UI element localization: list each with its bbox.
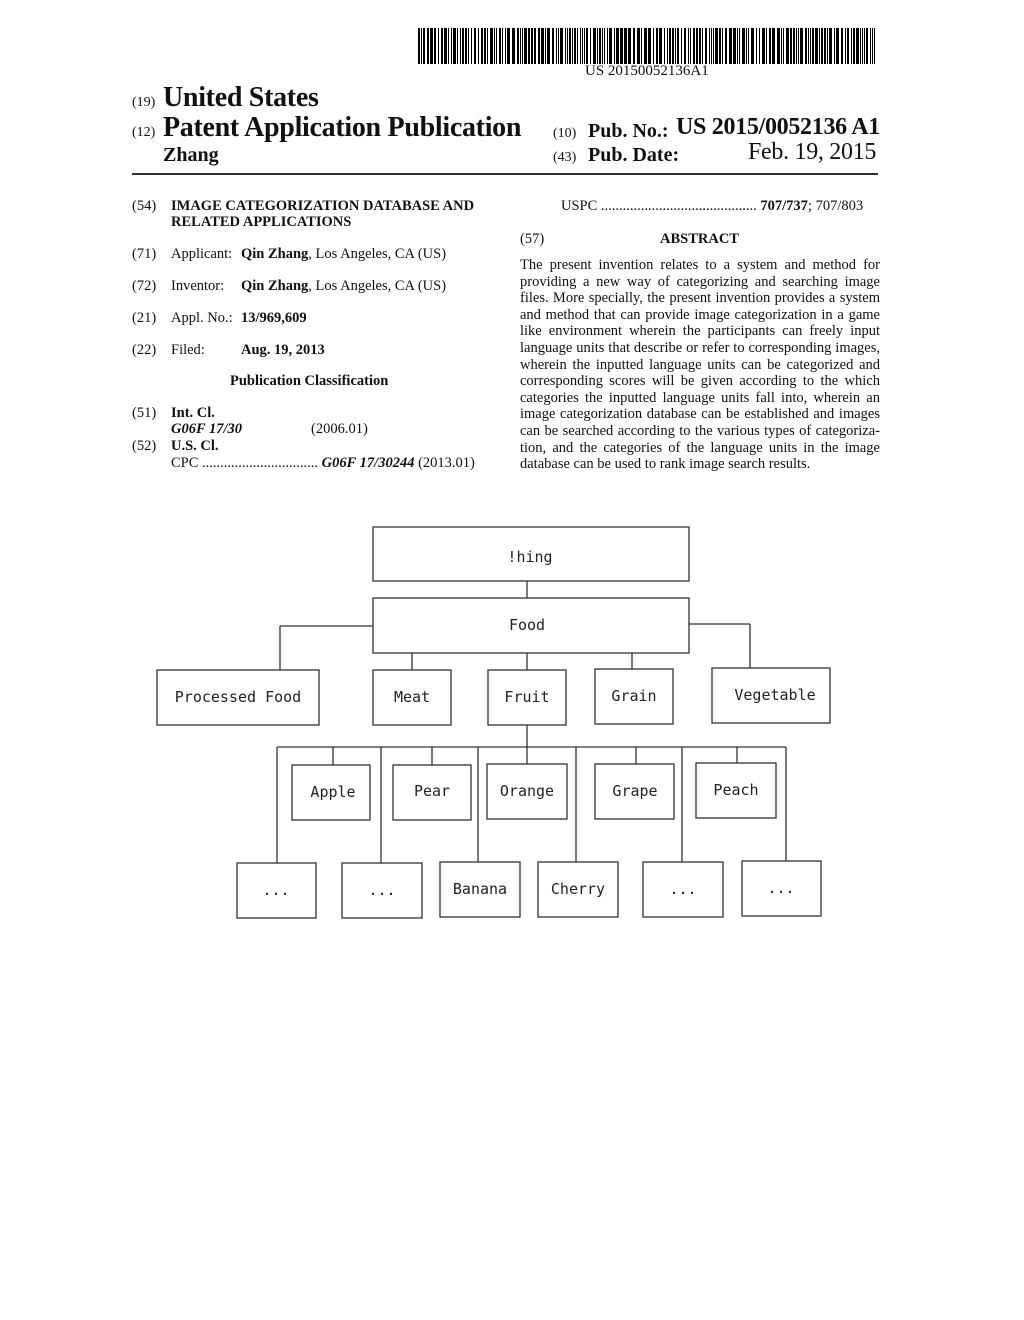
node-more-2: ... bbox=[341, 862, 423, 919]
node-more-3: ... bbox=[642, 861, 724, 918]
node-more-2-label: ... bbox=[368, 881, 395, 899]
node-fruit-label: Fruit bbox=[504, 688, 549, 706]
node-banana-label: Banana bbox=[453, 880, 507, 898]
node-apple: Apple bbox=[291, 764, 371, 821]
node-more-1: ... bbox=[236, 862, 317, 919]
node-thing: !hing bbox=[372, 526, 690, 582]
node-grain-label: Grain bbox=[611, 687, 656, 705]
node-more-3-label: ... bbox=[669, 880, 696, 898]
node-cherry: Cherry bbox=[537, 861, 619, 918]
node-apple-label: Apple bbox=[310, 783, 355, 801]
node-processed-food: Processed Food bbox=[156, 669, 320, 726]
node-vegetable: Vegetable bbox=[711, 667, 831, 724]
node-more-1-label: ... bbox=[262, 881, 289, 899]
node-cherry-label: Cherry bbox=[551, 880, 605, 898]
node-grape: Grape bbox=[594, 763, 675, 820]
node-meat-label: Meat bbox=[394, 688, 430, 706]
node-food-label: Food bbox=[509, 616, 545, 634]
node-orange-label: Orange bbox=[500, 782, 554, 800]
node-peach-label: Peach bbox=[713, 781, 758, 799]
node-thing-label: !hing bbox=[507, 548, 552, 566]
node-pear: Pear bbox=[392, 764, 472, 821]
node-pear-label: Pear bbox=[414, 782, 450, 800]
node-meat: Meat bbox=[372, 669, 452, 726]
node-peach: Peach bbox=[695, 762, 777, 819]
node-grape-label: Grape bbox=[612, 782, 657, 800]
node-grain: Grain bbox=[594, 668, 674, 725]
node-more-4: ... bbox=[741, 860, 822, 917]
node-orange: Orange bbox=[486, 763, 568, 820]
node-banana: Banana bbox=[439, 861, 521, 918]
node-fruit: Fruit bbox=[487, 669, 567, 726]
node-vegetable-label: Vegetable bbox=[734, 686, 815, 704]
category-tree-diagram: !hing Food Processed Food Meat Fruit Gra… bbox=[156, 526, 831, 919]
node-processed-food-label: Processed Food bbox=[175, 688, 301, 706]
node-more-4-label: ... bbox=[767, 879, 794, 897]
node-food: Food bbox=[372, 597, 690, 654]
